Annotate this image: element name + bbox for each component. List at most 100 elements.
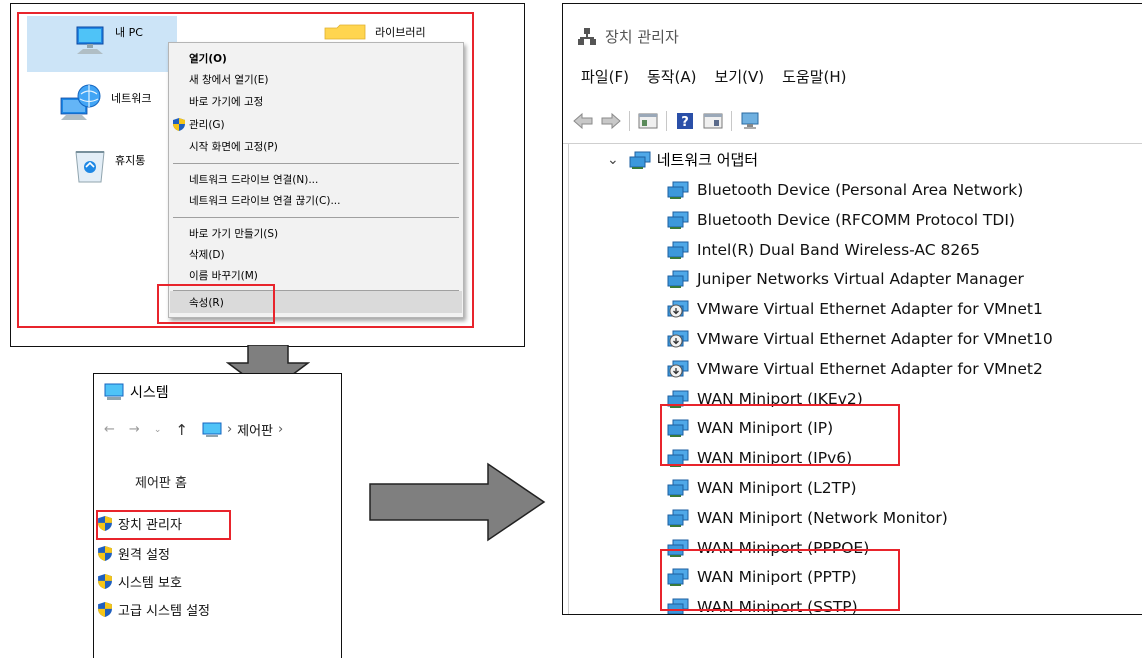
device-label: VMware Virtual Ethernet Adapter for VMne… [697,360,1043,378]
up-arrow-icon[interactable]: ↑ [175,421,188,439]
explorer-item-label: 휴지통 [115,154,146,167]
explorer-item-label: 내 PC [115,26,143,39]
toolbar-separator [629,111,630,131]
breadcrumb[interactable]: › 제어판 › [202,420,283,439]
menu-item-pin-quick-access[interactable]: 바로 가기에 고정 [189,92,263,112]
shield-icon [173,118,185,131]
device-row[interactable]: WAN Miniport (L2TP) [667,475,857,501]
menu-action[interactable]: 동작(A) [647,66,697,87]
device-manager-panel: 장치 관리자 파일(F) 동작(A) 보기(V) 도움말(H) ? ⌄ 네트워크… [562,3,1142,615]
network-adapter-icon [667,270,689,288]
network-adapter-icon [667,181,689,199]
device-row[interactable]: Bluetooth Device (Personal Area Network) [667,177,1023,203]
menu-item-delete[interactable]: 삭제(D) [189,245,225,265]
shield-icon [98,574,112,589]
device-label: Juniper Networks Virtual Adapter Manager [697,270,1024,288]
tree-category-network-adapters[interactable]: ⌄ 네트워크 어댑터 [607,149,758,170]
view-window-icon[interactable] [703,112,723,130]
device-label: WAN Miniport (L2TP) [697,479,857,497]
menu-item-map-drive[interactable]: 네트워크 드라이브 연결(N)... [189,170,318,190]
menu-view[interactable]: 보기(V) [715,66,765,87]
right-arrow-icon [369,462,546,542]
menu-item-pin-start[interactable]: 시작 화면에 고정(P) [189,137,278,157]
explorer-item-label: 라이브러리 [375,26,426,39]
ip-highlight-box [660,404,900,466]
history-dropdown-icon[interactable]: ⌄ [154,425,162,435]
menu-separator [173,163,459,164]
device-manager-icon [578,27,596,45]
breadcrumb-separator-icon: › [226,422,233,437]
disabled-adapter-icon [667,300,689,318]
scan-hardware-icon[interactable] [740,112,760,130]
system-panel: 시스템 ← → ⌄ ↑ › 제어판 › 제어판 홈 장치 관리자 원격 설정 시… [93,373,342,658]
menu-item-create-shortcut[interactable]: 바로 가기 만들기(S) [189,224,278,244]
system-title: 시스템 [104,382,169,402]
pptp-sstp-highlight-box [660,549,900,611]
explorer-item-label: 네트워크 [111,92,152,105]
address-bar: ← → ⌄ ↑ › 제어판 › [104,420,283,440]
system-link-label: 시스템 보호 [118,576,182,591]
device-manager-title: 장치 관리자 [577,26,679,47]
device-label: Intel(R) Dual Band Wireless-AC 8265 [697,241,980,259]
toolbar: ? [573,108,760,134]
device-manager-title-text: 장치 관리자 [605,28,679,46]
control-panel-home-link[interactable]: 제어판 홈 [135,472,187,491]
menu-item-rename[interactable]: 이름 바꾸기(M) [189,266,258,286]
device-row[interactable]: VMware Virtual Ethernet Adapter for VMne… [667,326,1053,352]
pc-icon [76,26,104,54]
menu-separator [173,217,459,218]
control-panel-icon [202,422,222,437]
breadcrumb-item[interactable]: 제어판 [237,420,273,439]
remote-settings-link[interactable]: 원격 설정 [98,544,170,563]
menu-help[interactable]: 도움말(H) [782,66,846,87]
folder-icon [324,24,366,40]
device-label: VMware Virtual Ethernet Adapter for VMne… [697,330,1053,348]
device-row[interactable]: WAN Miniport (Network Monitor) [667,505,948,531]
device-row[interactable]: VMware Virtual Ethernet Adapter for VMne… [667,356,1043,382]
network-adapter-icon [667,479,689,497]
device-row[interactable]: Juniper Networks Virtual Adapter Manager [667,266,1024,292]
tree-border-left [568,143,569,614]
explorer-item-libraries[interactable]: 라이브러리 [323,24,426,40]
help-icon[interactable]: ? [675,112,695,130]
menu-bar: 파일(F) 동작(A) 보기(V) 도움말(H) [581,66,846,87]
menu-file[interactable]: 파일(F) [581,66,629,87]
chevron-down-icon[interactable]: ⌄ [607,152,619,168]
device-row[interactable]: Intel(R) Dual Band Wireless-AC 8265 [667,237,980,263]
toolbar-separator [731,111,732,131]
explorer-item-recycle-bin[interactable]: 휴지통 [73,146,145,184]
network-icon [60,84,101,120]
explorer-item-this-pc[interactable]: 내 PC [73,22,143,60]
menu-item-open-new-window[interactable]: 새 창에서 열기(E) [189,70,268,90]
shield-icon [98,546,112,561]
tree-border-top [563,143,1142,144]
explorer-item-network[interactable]: 네트워크 [59,84,151,124]
forward-arrow-icon[interactable] [601,112,621,130]
advanced-settings-link[interactable]: 고급 시스템 설정 [98,600,210,619]
svg-text:?: ? [681,115,689,130]
network-adapter-icon [667,211,689,229]
properties-window-icon[interactable] [638,112,658,130]
breadcrumb-separator-icon: › [278,422,284,437]
system-link-label: 원격 설정 [118,548,170,563]
menu-item-disconnect-drive[interactable]: 네트워크 드라이브 연결 끊기(C)... [189,191,340,211]
disabled-adapter-icon [667,360,689,378]
recycle-bin-icon [75,151,105,183]
device-label: WAN Miniport (Network Monitor) [697,509,948,527]
device-row[interactable]: VMware Virtual Ethernet Adapter for VMne… [667,296,1043,322]
device-manager-highlight-box [96,510,231,540]
shield-icon [98,602,112,617]
forward-arrow-icon[interactable]: → [129,422,140,437]
system-protection-link[interactable]: 시스템 보호 [98,572,182,591]
device-row[interactable]: Bluetooth Device (RFCOMM Protocol TDI) [667,207,1015,233]
device-label: Bluetooth Device (RFCOMM Protocol TDI) [697,211,1015,229]
context-menu: 열기(O) 새 창에서 열기(E) 바로 가기에 고정 관리(G) 시작 화면에… [168,42,464,318]
explorer-panel: 내 PC 라이브러리 네트워크 휴지통 열기(O) 새 창에서 열기(E) 바로… [10,3,525,347]
menu-item-manage[interactable]: 관리(G) [189,115,225,135]
network-adapter-icon [667,241,689,259]
back-arrow-icon[interactable] [573,112,593,130]
toolbar-separator [666,111,667,131]
menu-item-open[interactable]: 열기(O) [189,49,227,69]
back-arrow-icon[interactable]: ← [104,422,115,437]
disabled-adapter-icon [667,330,689,348]
